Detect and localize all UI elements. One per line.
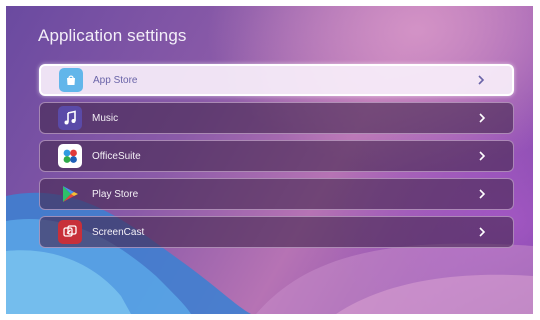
app-label: Play Store: [92, 188, 139, 200]
app-label: Music: [92, 112, 119, 124]
app-row-officesuite[interactable]: OfficeSuite: [39, 140, 514, 172]
app-row-app-store[interactable]: App Store: [39, 64, 514, 96]
app-list: App Store Music OfficeSuite Play Store S…: [39, 64, 514, 254]
chevron-right-icon: [476, 75, 486, 85]
app-label: App Store: [93, 74, 138, 86]
play-store-icon: [58, 182, 82, 206]
screencast-icon: [58, 220, 82, 244]
app-row-screencast[interactable]: ScreenCast: [39, 216, 514, 248]
app-store-bag-icon: [59, 68, 83, 92]
app-row-play-store[interactable]: Play Store: [39, 178, 514, 210]
chevron-right-icon: [477, 113, 487, 123]
app-row-music[interactable]: Music: [39, 102, 514, 134]
app-label: OfficeSuite: [92, 150, 141, 162]
page-title: Application settings: [38, 26, 187, 45]
app-label: ScreenCast: [92, 226, 145, 238]
officesuite-icon: [58, 144, 82, 168]
music-note-icon: [58, 106, 82, 130]
screen: Application settings App Store Music Off…: [6, 6, 533, 314]
chevron-right-icon: [477, 227, 487, 237]
chevron-right-icon: [477, 189, 487, 199]
chevron-right-icon: [477, 151, 487, 161]
